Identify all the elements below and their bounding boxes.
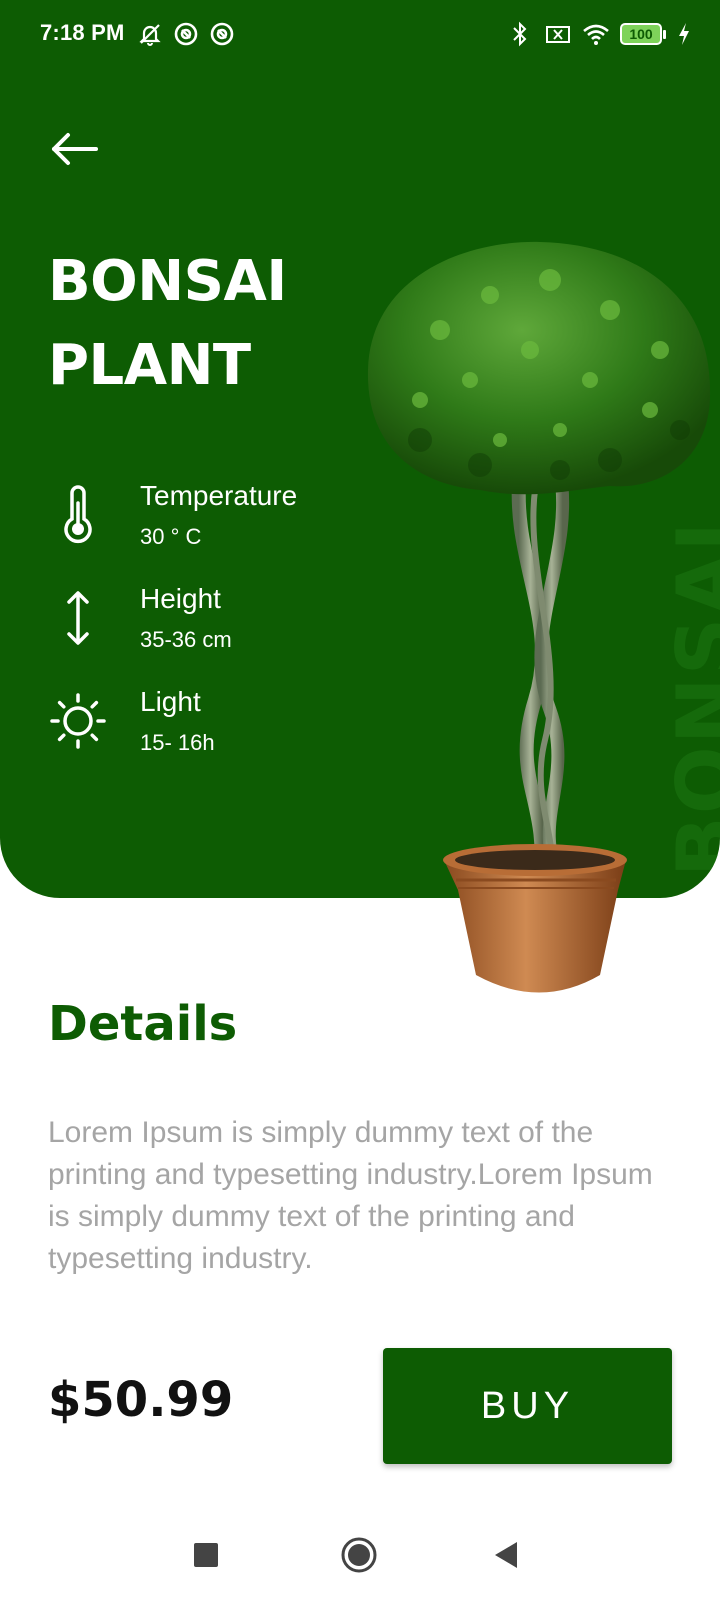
spec-value: 15- 16h [140, 730, 215, 755]
price-label: $50.99 [48, 1372, 234, 1428]
page-title: BONSAI PLANT [48, 240, 287, 408]
title-line-2: PLANT [48, 333, 251, 398]
app-notification-icon [208, 20, 236, 48]
spec-temperature: Temperature 30 ° C [48, 480, 368, 560]
spec-value: 35-36 cm [140, 627, 232, 652]
status-bar: 7:18 PM 100 [0, 0, 720, 70]
no-sim-icon [544, 20, 572, 48]
spec-light: Light 15- 16h [48, 686, 368, 766]
system-navigation-bar [0, 1510, 720, 1600]
spec-label: Temperature [140, 480, 298, 511]
arrow-left-icon [52, 133, 98, 165]
back-triangle-icon[interactable] [483, 1532, 529, 1578]
spec-height: Height 35-36 cm [48, 583, 368, 663]
app-notification-icon [172, 20, 200, 48]
thermometer-icon [48, 480, 108, 550]
details-heading: Details [48, 996, 238, 1052]
bonsai-plant-image [367, 241, 711, 993]
sun-icon [48, 686, 108, 756]
battery-icon: 100 [620, 23, 666, 45]
title-line-1: BONSAI [48, 249, 287, 314]
details-description: Lorem Ipsum is simply dummy text of the … [48, 1116, 653, 1275]
recents-square-icon[interactable] [183, 1532, 229, 1578]
vertical-arrows-icon [48, 583, 108, 653]
mute-bell-icon [136, 20, 164, 48]
wifi-icon [582, 20, 610, 48]
status-time: 7:18 PM [40, 20, 125, 45]
spec-label: Height [140, 583, 221, 614]
home-circle-icon[interactable] [336, 1532, 382, 1578]
battery-level: 100 [620, 23, 662, 45]
buy-button[interactable]: BUY [383, 1348, 672, 1464]
charging-icon [676, 20, 692, 48]
spec-label: Light [140, 686, 201, 717]
bluetooth-icon [506, 20, 534, 48]
back-button[interactable] [48, 124, 108, 174]
spec-value: 30 ° C [140, 524, 202, 549]
